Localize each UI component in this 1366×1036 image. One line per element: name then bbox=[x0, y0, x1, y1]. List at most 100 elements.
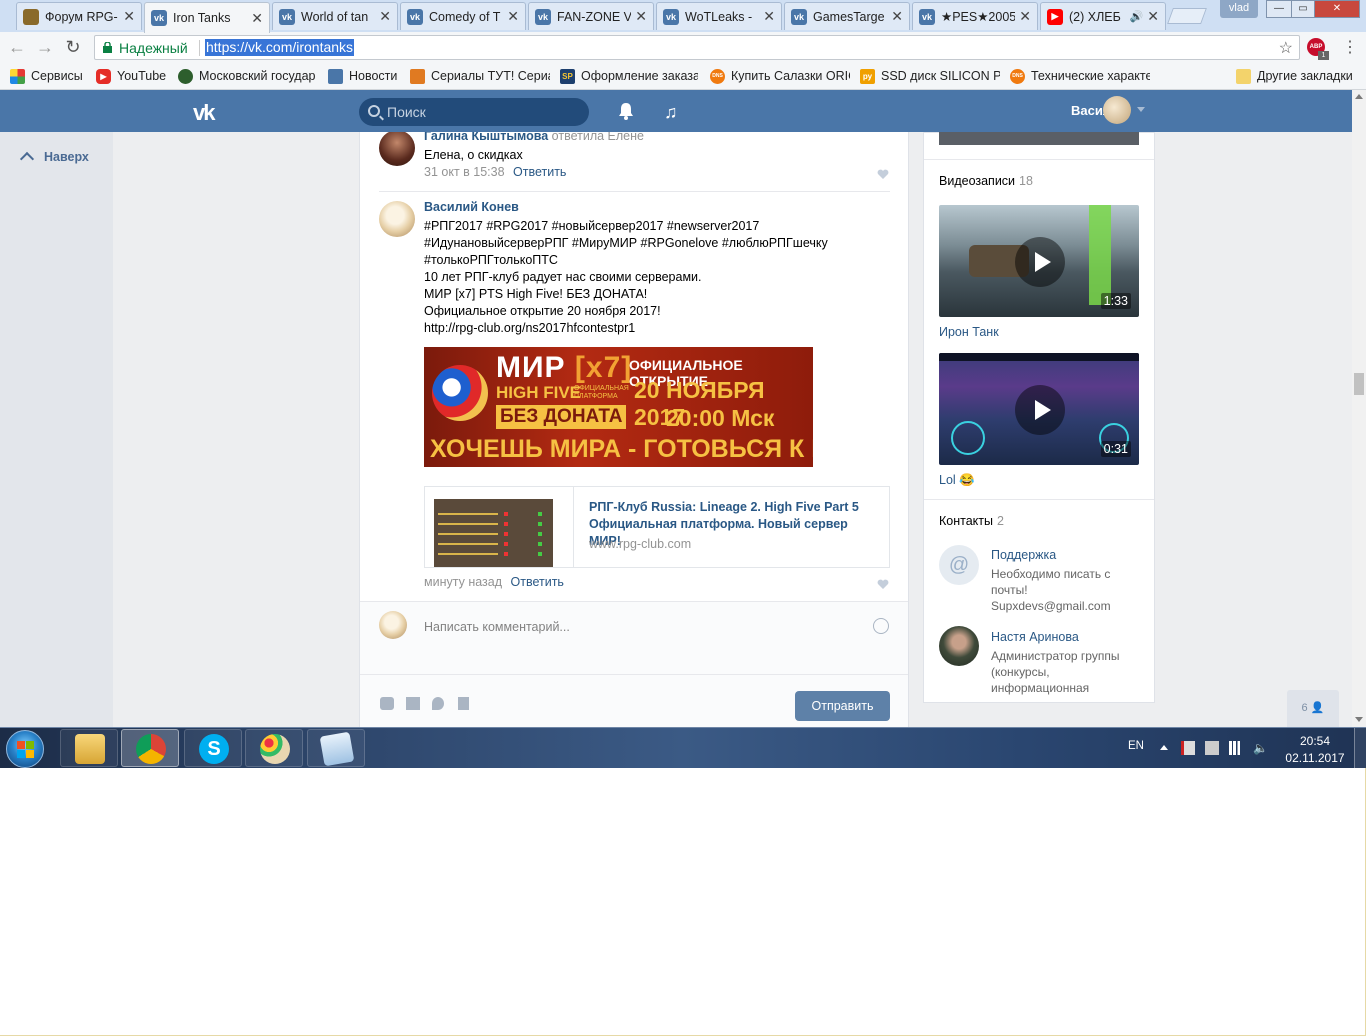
music-note-icon[interactable] bbox=[432, 697, 444, 710]
tray-expand-icon[interactable] bbox=[1160, 745, 1168, 750]
promo-banner-image[interactable]: МИР [x7] HIGH FIVE ОФИЦИАЛЬНАЯ ПЛАТФОРМА… bbox=[424, 347, 813, 467]
bookmark-news[interactable]: Новости bbox=[328, 67, 402, 85]
bell-icon[interactable] bbox=[617, 102, 635, 120]
at-sign-icon[interactable]: @ bbox=[939, 545, 979, 585]
link-snippet[interactable]: РПГ-Клуб Russia: Lineage 2. High Five Pa… bbox=[424, 486, 890, 568]
profile-chip[interactable]: vlad bbox=[1220, 0, 1258, 18]
avatar[interactable] bbox=[939, 626, 979, 666]
tab-youtube-hleb[interactable]: ▶ (2) ХЛЕБ 🔊 ✕ bbox=[1040, 2, 1166, 30]
scroll-down-arrow-icon[interactable] bbox=[1355, 717, 1363, 722]
network-signal-icon[interactable] bbox=[1229, 741, 1243, 755]
scroll-up-arrow-icon[interactable] bbox=[1355, 94, 1363, 99]
address-bar[interactable]: Надежный https://vk.com/irontanks ☆ bbox=[94, 35, 1300, 60]
tab-close-icon[interactable]: ✕ bbox=[891, 8, 903, 25]
new-tab-button[interactable] bbox=[1167, 8, 1207, 24]
video-title[interactable]: Lol 😂 bbox=[939, 473, 975, 488]
volume-icon[interactable]: 🔈 bbox=[1253, 741, 1268, 755]
videos-header[interactable]: Видеозаписи 18 bbox=[939, 174, 1033, 188]
tab-close-icon[interactable]: ✕ bbox=[763, 8, 775, 25]
tab-close-icon[interactable]: ✕ bbox=[635, 8, 647, 25]
contact-name[interactable]: Настя Аринова bbox=[991, 630, 1079, 644]
tab-pes[interactable]: vk ★PES★2005 ✕ bbox=[912, 2, 1038, 30]
contacts-header[interactable]: Контакты 2 bbox=[939, 514, 1004, 528]
hashtag-line[interactable]: #ИдунановыйсерверРПГ #МируМИР #RPGonelov… bbox=[424, 235, 828, 252]
bookmark-star-icon[interactable]: ☆ bbox=[1279, 38, 1293, 58]
bookmark-specs[interactable]: DNS Технические характе bbox=[1010, 67, 1150, 85]
play-icon[interactable] bbox=[1015, 237, 1065, 287]
bookmark-youtube[interactable]: ▶ YouTube bbox=[96, 67, 172, 85]
tab-close-icon[interactable]: ✕ bbox=[251, 10, 263, 27]
comment-link[interactable]: http://rpg-club.org/ns2017hfcontestpr1 bbox=[424, 320, 635, 337]
tab-fan-zone[interactable]: vk FAN-ZONE V ✕ bbox=[528, 2, 654, 30]
comment-time[interactable]: 31 окт в 15:38 bbox=[424, 165, 505, 179]
device-icon[interactable] bbox=[1205, 741, 1219, 755]
bookmark-serials[interactable]: Сериалы ТУТ! Сериа bbox=[410, 67, 550, 85]
avatar[interactable] bbox=[1103, 96, 1131, 124]
tab-forum-rpg[interactable]: Форум RPG- ✕ bbox=[16, 2, 142, 30]
back-arrow-icon[interactable]: ← bbox=[6, 36, 28, 58]
skype-taskbar-button[interactable]: S bbox=[184, 729, 242, 767]
document-icon[interactable] bbox=[458, 697, 469, 710]
clock-time[interactable]: 20:54 bbox=[1290, 734, 1340, 748]
minimize-button[interactable]: — bbox=[1266, 0, 1292, 18]
reply-link[interactable]: Ответить bbox=[513, 165, 566, 179]
bookmark-order[interactable]: SP Оформление заказа bbox=[560, 67, 698, 85]
contact-name[interactable]: Поддержка bbox=[991, 548, 1056, 562]
send-button[interactable]: Отправить bbox=[795, 691, 890, 721]
comment-input[interactable]: Написать комментарий... bbox=[424, 620, 570, 634]
start-button[interactable] bbox=[6, 730, 44, 768]
forward-arrow-icon[interactable]: → bbox=[34, 36, 56, 58]
close-window-button[interactable]: ✕ bbox=[1314, 0, 1360, 18]
language-indicator[interactable]: EN bbox=[1128, 740, 1144, 752]
page-scrollbar[interactable] bbox=[1352, 90, 1366, 727]
clock-date[interactable]: 02.11.2017 bbox=[1281, 751, 1349, 765]
bookmark-moscow-state[interactable]: Московский государ bbox=[178, 67, 316, 85]
scrollbar-thumb[interactable] bbox=[1354, 373, 1364, 395]
kebab-menu-icon[interactable]: ⋮ bbox=[1342, 37, 1358, 57]
music-icon[interactable]: ♫ bbox=[664, 102, 678, 123]
tab-world-of-tanks[interactable]: vk World of tan ✕ bbox=[272, 2, 398, 30]
hashtag-line[interactable]: #толькоРПГтолькоПТС bbox=[424, 252, 558, 269]
vk-search-input[interactable]: Поиск bbox=[359, 98, 589, 126]
url-text[interactable]: https://vk.com/irontanks bbox=[205, 39, 355, 56]
contacts-label[interactable]: Контакты bbox=[939, 514, 993, 528]
back-to-top-bar[interactable]: Наверх bbox=[0, 132, 113, 727]
action-center-flag-icon[interactable] bbox=[1181, 741, 1195, 755]
video-title[interactable]: Ирон Танк bbox=[939, 325, 999, 339]
video-icon[interactable] bbox=[406, 697, 420, 710]
comment-author[interactable]: Василий Конев bbox=[424, 200, 519, 214]
tab-close-icon[interactable]: ✕ bbox=[1147, 8, 1159, 25]
online-people-tab[interactable]: 6 👤 bbox=[1287, 690, 1339, 727]
avatar[interactable] bbox=[379, 201, 415, 237]
heart-icon[interactable] bbox=[877, 169, 889, 180]
avatar[interactable] bbox=[379, 130, 415, 166]
smile-icon[interactable] bbox=[873, 618, 889, 634]
bookmark-services[interactable]: Сервисы bbox=[10, 67, 92, 85]
tab-gamestarget[interactable]: vk GamesTarge ✕ bbox=[784, 2, 910, 30]
show-desktop-button[interactable] bbox=[1354, 728, 1366, 768]
speaker-icon[interactable]: 🔊 bbox=[1130, 10, 1144, 23]
chevron-down-icon[interactable] bbox=[1137, 107, 1145, 112]
reload-icon[interactable]: ↻ bbox=[62, 36, 84, 58]
play-icon[interactable] bbox=[1015, 385, 1065, 435]
explorer-taskbar-button[interactable] bbox=[60, 729, 118, 767]
maximize-button[interactable]: ▭ bbox=[1291, 0, 1315, 18]
hashtag-line[interactable]: #РПГ2017 #RPG2017 #новыйсервер2017 #news… bbox=[424, 218, 759, 235]
tab-comedy[interactable]: vk Comedy of T ✕ bbox=[400, 2, 526, 30]
back-to-top-link[interactable]: Наверх bbox=[18, 150, 89, 167]
tab-close-icon[interactable]: ✕ bbox=[123, 8, 135, 25]
notepad-taskbar-button[interactable] bbox=[307, 729, 365, 767]
reply-link[interactable]: Ответить bbox=[511, 575, 564, 589]
comment-time[interactable]: минуту назад bbox=[424, 575, 502, 589]
video-thumbnail[interactable]: 0:31 bbox=[939, 353, 1139, 465]
paint-taskbar-button[interactable] bbox=[245, 729, 303, 767]
bookmark-sled[interactable]: DNS Купить Салазки ORIC bbox=[710, 67, 850, 85]
tab-close-icon[interactable]: ✕ bbox=[379, 8, 391, 25]
video-thumbnail[interactable]: 1:33 bbox=[939, 205, 1139, 317]
chrome-taskbar-button[interactable] bbox=[121, 729, 179, 767]
tab-wotleaks[interactable]: vk WoTLeaks - ✕ bbox=[656, 2, 782, 30]
tab-close-icon[interactable]: ✕ bbox=[1019, 8, 1031, 25]
vk-logo-icon[interactable]: vk bbox=[193, 100, 227, 125]
bookmark-other-folder[interactable]: Другие закладки bbox=[1236, 67, 1356, 85]
videos-label[interactable]: Видеозаписи bbox=[939, 174, 1015, 188]
